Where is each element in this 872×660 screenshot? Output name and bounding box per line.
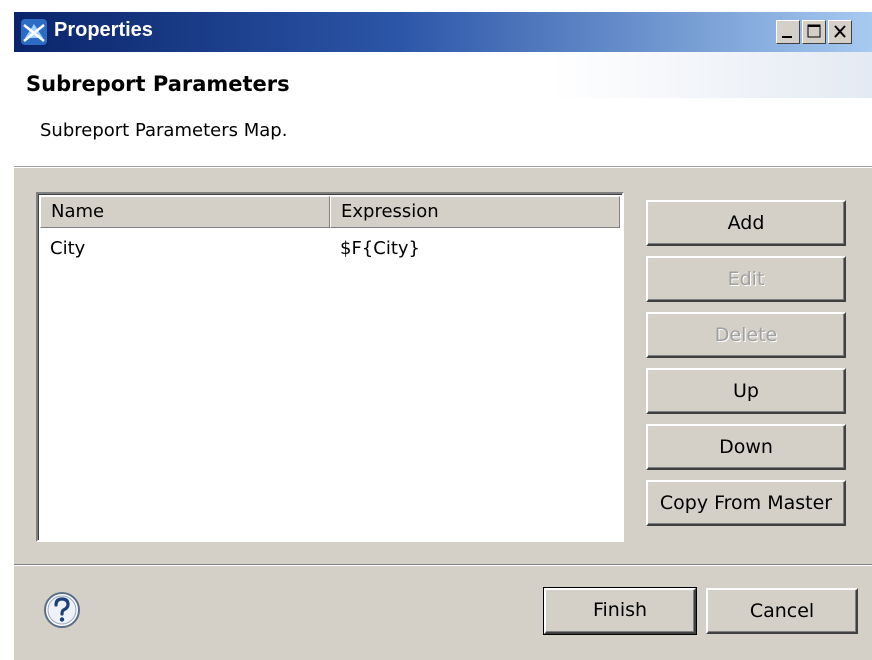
header-divider bbox=[14, 167, 872, 168]
finish-button[interactable]: Finish bbox=[543, 587, 697, 635]
column-header-name[interactable]: Name bbox=[40, 196, 330, 228]
delete-button[interactable]: Delete bbox=[646, 312, 846, 358]
down-button[interactable]: Down bbox=[646, 424, 846, 470]
copy-from-master-button[interactable]: Copy From Master bbox=[646, 480, 846, 526]
page-title: Subreport Parameters bbox=[26, 72, 290, 96]
maximize-button[interactable] bbox=[802, 20, 826, 44]
close-button[interactable] bbox=[828, 20, 852, 44]
close-icon bbox=[834, 25, 846, 38]
edit-button[interactable]: Edit bbox=[646, 256, 846, 302]
minimize-button[interactable] bbox=[776, 20, 800, 44]
add-button[interactable]: Add bbox=[646, 200, 846, 246]
page-description: Subreport Parameters Map. bbox=[40, 120, 288, 141]
maximize-icon bbox=[807, 24, 821, 38]
minimize-icon bbox=[782, 36, 792, 38]
footer-divider-highlight bbox=[14, 565, 872, 566]
column-header-expression[interactable]: Expression bbox=[330, 196, 620, 228]
parameters-table[interactable]: Name Expression City $F{City} bbox=[36, 192, 624, 542]
cell-name: City bbox=[50, 238, 86, 259]
wizard-header: Subreport Parameters Subreport Parameter… bbox=[14, 52, 872, 167]
cancel-button[interactable]: Cancel bbox=[706, 588, 858, 634]
title-bar[interactable]: Properties bbox=[14, 12, 872, 52]
cell-expression: $F{City} bbox=[340, 238, 420, 259]
properties-dialog: Properties Subreport Parameters Subrepor… bbox=[14, 12, 872, 660]
jasper-icon bbox=[21, 19, 47, 45]
window-title: Properties bbox=[54, 19, 153, 41]
header-gradient bbox=[552, 52, 872, 98]
up-button[interactable]: Up bbox=[646, 368, 846, 414]
help-icon[interactable] bbox=[42, 590, 82, 630]
